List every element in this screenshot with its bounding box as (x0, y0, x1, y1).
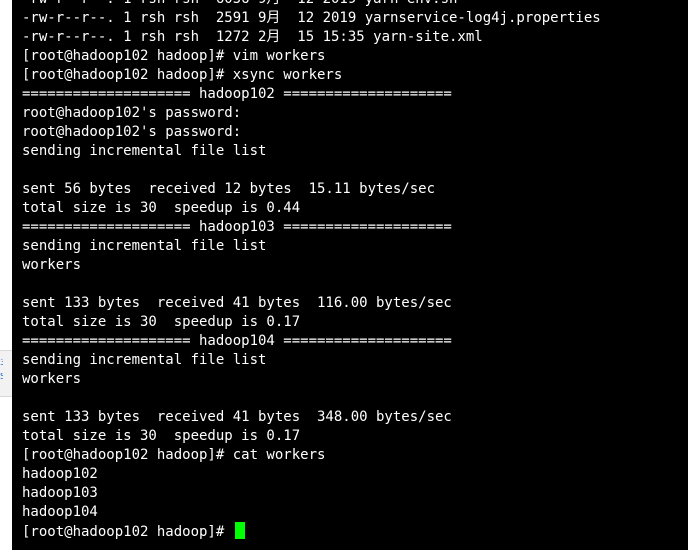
side-panel-glyph: 3 (0, 359, 3, 368)
terminal-line: -rw-r--r--. 1 rsh rsh 1272 2月 15 15:35 y… (22, 29, 483, 45)
terminal-line: [root@hadoop102 hadoop]# vim workers (22, 48, 326, 64)
terminal-line: sending incremental file list (22, 238, 267, 254)
terminal-line: ==================== hadoop103 =========… (22, 219, 452, 235)
terminal-screen[interactable]: -rw-r--r--. 1 rsh rsh 6056 9月 12 2019 ya… (12, 0, 688, 550)
terminal-line: -rw-r--r--. 1 rsh rsh 2591 9月 12 2019 ya… (22, 10, 601, 26)
terminal-line: hadoop104 (22, 504, 98, 520)
screenshot-window: 3 S -rw-r--r--. 1 rsh rsh 6056 9月 12 201… (0, 0, 691, 558)
terminal-line: workers (22, 371, 82, 387)
terminal-line: sending incremental file list (22, 143, 267, 159)
terminal-line: ==================== hadoop102 =========… (22, 86, 452, 102)
terminal-line: sending incremental file list (22, 352, 267, 368)
left-side-panel: 3 S (0, 0, 12, 558)
terminal-output: -rw-r--r--. 1 rsh rsh 6056 9月 12 2019 ya… (22, 0, 601, 541)
terminal-line: sent 56 bytes received 12 bytes 15.11 by… (22, 181, 436, 197)
terminal-line: ==================== hadoop104 =========… (22, 333, 452, 349)
shell-prompt: [root@hadoop102 hadoop]# (22, 524, 233, 540)
terminal-line: total size is 30 speedup is 0.44 (22, 200, 301, 216)
text-cursor (234, 522, 245, 539)
terminal-line: root@hadoop102's password: (22, 124, 242, 140)
terminal-line: workers (22, 257, 82, 273)
terminal-line: total size is 30 speedup is 0.17 (22, 314, 301, 330)
terminal-line: root@hadoop102's password: (22, 105, 242, 121)
terminal-line: sent 133 bytes received 41 bytes 116.00 … (22, 295, 452, 311)
terminal-line: -rw-r--r--. 1 rsh rsh 6056 9月 12 2019 ya… (22, 0, 601, 9)
side-panel-glyph: S (0, 373, 3, 382)
terminal-line: sent 133 bytes received 41 bytes 348.00 … (22, 409, 452, 425)
prompt-line[interactable]: [root@hadoop102 hadoop]# (22, 522, 601, 541)
terminal-line: [root@hadoop102 hadoop]# cat workers (22, 447, 326, 463)
terminal-line: hadoop103 (22, 485, 98, 501)
terminal-line: total size is 30 speedup is 0.17 (22, 428, 301, 444)
window-bottom-edge (12, 550, 688, 558)
side-panel-edge: 3 S (0, 350, 12, 397)
terminal-line: hadoop102 (22, 466, 98, 482)
terminal-line: [root@hadoop102 hadoop]# xsync workers (22, 67, 343, 83)
